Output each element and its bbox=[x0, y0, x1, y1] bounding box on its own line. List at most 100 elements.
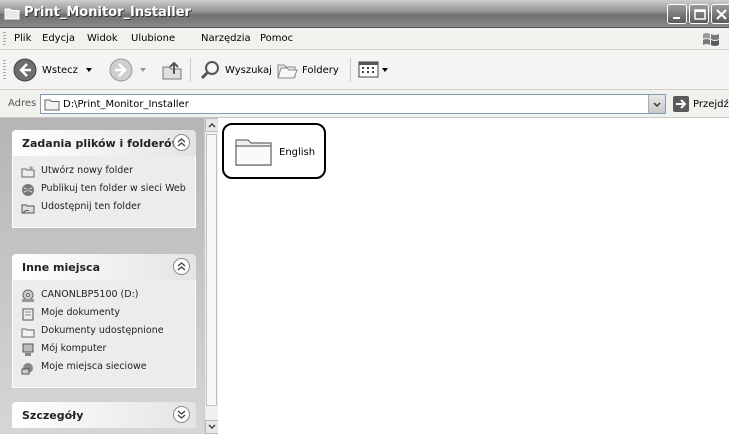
task-pane-scrollbar[interactable] bbox=[204, 118, 219, 434]
task-label: Udostępnij ten folder bbox=[41, 201, 141, 212]
back-label: Wstecz bbox=[42, 64, 78, 76]
double-chevron-down-icon bbox=[177, 410, 186, 419]
folder-item-english[interactable]: English bbox=[222, 123, 326, 179]
maximize-icon bbox=[694, 9, 706, 20]
task-label: Utwórz nowy folder bbox=[41, 165, 133, 176]
minimize-icon bbox=[673, 17, 680, 19]
go-arrow-icon bbox=[673, 96, 689, 112]
menu-narzedzia[interactable]: Narzędzia bbox=[201, 33, 251, 44]
search-label: Wyszukaj bbox=[225, 64, 272, 76]
menu-ulubione[interactable]: Ulubione bbox=[131, 33, 175, 44]
go-button[interactable]: Przejdź bbox=[672, 95, 729, 113]
folder-icon bbox=[235, 139, 272, 166]
scroll-up-button[interactable] bbox=[205, 118, 219, 132]
search-icon bbox=[200, 61, 219, 80]
folder-icon bbox=[44, 99, 60, 111]
new-folder-icon bbox=[21, 166, 35, 178]
task-link-share-folder[interactable]: Udostępnij ten folder bbox=[21, 201, 187, 215]
details-panel: Szczegóły bbox=[12, 402, 196, 428]
back-button[interactable]: Wstecz bbox=[12, 56, 96, 84]
other-places-panel: Inne miejsca CANONLBP5100 (D:) Moje doku… bbox=[12, 254, 196, 388]
folder-icon bbox=[4, 8, 20, 20]
details-header[interactable]: Szczegóły bbox=[12, 402, 196, 428]
menu-grip bbox=[3, 32, 6, 46]
folders-button[interactable]: Foldery bbox=[275, 56, 339, 84]
task-link-new-folder[interactable]: Utwórz nowy folder bbox=[21, 165, 187, 179]
close-button[interactable] bbox=[711, 4, 729, 24]
place-link-my-documents[interactable]: Moje dokumenty bbox=[21, 307, 187, 321]
chevron-down-icon bbox=[653, 102, 661, 108]
toolbar-separator bbox=[190, 58, 191, 82]
collapse-button[interactable] bbox=[173, 258, 190, 275]
panel-title: Szczegóły bbox=[22, 409, 84, 422]
address-value: D:\Print_Monitor_Installer bbox=[63, 99, 189, 110]
place-link-cd-drive[interactable]: CANONLBP5100 (D:) bbox=[21, 289, 187, 303]
minimize-button[interactable] bbox=[667, 4, 687, 24]
place-link-shared-documents[interactable]: Dokumenty udostępnione bbox=[21, 325, 187, 339]
toolbar: Wstecz Wyszukaj Foldery bbox=[0, 50, 729, 90]
close-icon bbox=[716, 9, 727, 20]
computer-icon bbox=[22, 343, 34, 356]
task-link-publish-web[interactable]: Publikuj ten folder w sieci Web bbox=[21, 183, 187, 197]
search-button[interactable]: Wyszukaj bbox=[198, 56, 272, 84]
folder-name: English bbox=[279, 147, 316, 158]
share-folder-icon bbox=[21, 204, 35, 214]
chevron-down-icon[interactable] bbox=[380, 65, 390, 75]
toolbar-separator bbox=[350, 58, 351, 82]
place-link-my-computer[interactable]: Mój komputer bbox=[21, 343, 187, 357]
windows-logo-icon bbox=[703, 33, 719, 46]
other-places-header[interactable]: Inne miejsca bbox=[12, 254, 196, 280]
views-button[interactable] bbox=[358, 56, 390, 84]
panel-title: Zadania plików i folderów bbox=[22, 137, 182, 150]
collapse-button[interactable] bbox=[173, 134, 190, 151]
chevron-down-icon bbox=[208, 424, 216, 430]
chevron-down-icon[interactable] bbox=[82, 65, 96, 75]
other-places-body: CANONLBP5100 (D:) Moje dokumenty Dokumen… bbox=[12, 280, 196, 388]
panel-title: Inne miejsca bbox=[22, 261, 100, 274]
network-places-icon bbox=[21, 363, 33, 375]
folders-label: Foldery bbox=[302, 64, 339, 76]
title-bar: Print_Monitor_Installer bbox=[0, 0, 729, 28]
file-tasks-panel: Zadania plików i folderów Utwórz nowy fo… bbox=[12, 130, 196, 228]
place-label: Dokumenty udostępnione bbox=[41, 325, 164, 336]
back-arrow-icon bbox=[13, 58, 37, 82]
chevron-up-icon bbox=[208, 122, 216, 128]
menu-plik[interactable]: Plik bbox=[14, 33, 31, 44]
menu-bar: Plik Edycja Widok Ulubione Narzędzia Pom… bbox=[0, 28, 729, 50]
place-label: CANONLBP5100 (D:) bbox=[41, 289, 139, 300]
double-chevron-up-icon bbox=[177, 138, 186, 147]
address-bar: Adres D:\Print_Monitor_Installer Przejdź bbox=[0, 90, 729, 118]
window-title: Print_Monitor_Installer bbox=[24, 5, 191, 20]
chevron-down-icon[interactable] bbox=[136, 65, 150, 75]
globe-icon bbox=[22, 184, 34, 196]
task-pane: Zadania plików i folderów Utwórz nowy fo… bbox=[0, 118, 204, 434]
folder-up-icon bbox=[162, 61, 182, 80]
place-label: Moje dokumenty bbox=[41, 307, 121, 318]
address-label: Adres bbox=[8, 98, 37, 109]
address-input[interactable]: D:\Print_Monitor_Installer bbox=[40, 94, 666, 114]
file-view: English bbox=[218, 118, 729, 434]
double-chevron-up-icon bbox=[177, 262, 186, 271]
forward-arrow-icon bbox=[109, 58, 133, 82]
go-label: Przejdź bbox=[693, 98, 729, 110]
folders-icon bbox=[277, 64, 298, 79]
place-label: Moje miejsca sieciowe bbox=[41, 361, 147, 372]
task-label: Publikuj ten folder w sieci Web bbox=[41, 183, 186, 194]
cd-drive-icon bbox=[22, 289, 34, 302]
file-tasks-header[interactable]: Zadania plików i folderów bbox=[12, 130, 196, 156]
expand-button[interactable] bbox=[173, 406, 190, 423]
address-dropdown-button[interactable] bbox=[648, 95, 665, 113]
my-documents-icon bbox=[22, 308, 34, 321]
up-folder-button[interactable] bbox=[160, 56, 184, 84]
scroll-thumb[interactable] bbox=[206, 134, 217, 406]
forward-button[interactable] bbox=[108, 56, 150, 84]
views-icon bbox=[358, 61, 379, 78]
menu-pomoc[interactable]: Pomoc bbox=[260, 33, 293, 44]
maximize-button[interactable] bbox=[689, 4, 709, 24]
scroll-down-button[interactable] bbox=[205, 420, 219, 434]
menu-widok[interactable]: Widok bbox=[87, 33, 118, 44]
menu-edycja[interactable]: Edycja bbox=[42, 33, 75, 44]
place-label: Mój komputer bbox=[41, 343, 107, 354]
file-tasks-body: Utwórz nowy folder Publikuj ten folder w… bbox=[12, 156, 196, 228]
place-link-network-places[interactable]: Moje miejsca sieciowe bbox=[21, 361, 187, 375]
